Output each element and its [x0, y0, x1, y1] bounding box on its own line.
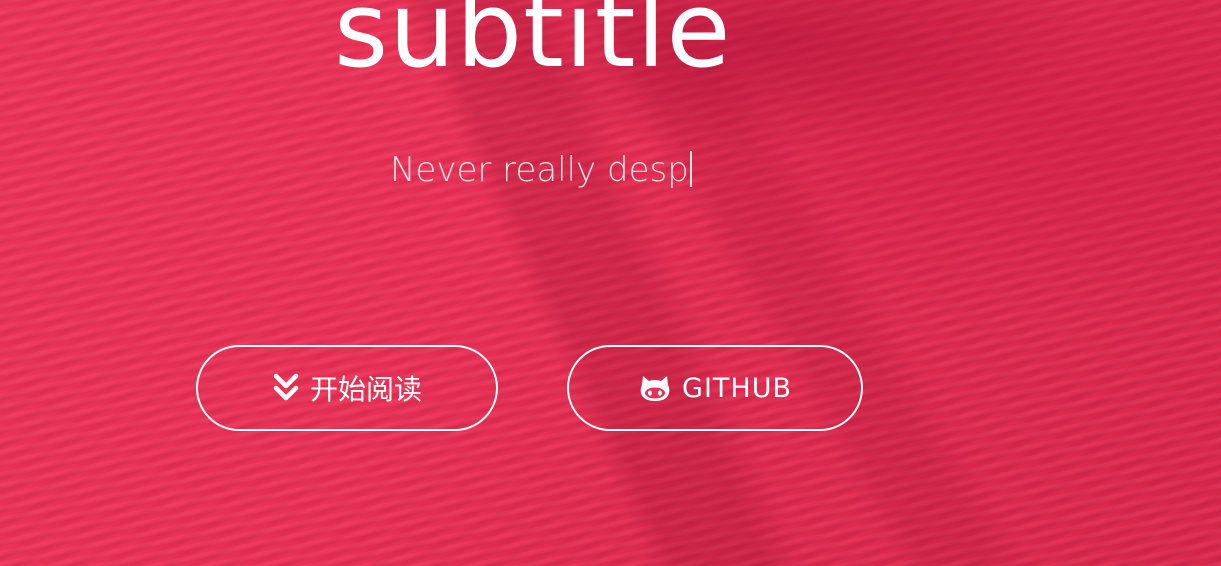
text-cursor	[689, 151, 692, 187]
github-button[interactable]: GITHUB	[567, 345, 863, 431]
github-octocat-icon	[638, 374, 672, 402]
hero-title: subtitle	[334, 0, 732, 91]
double-chevron-down-icon	[272, 373, 300, 403]
github-label: GITHUB	[682, 372, 792, 404]
typed-subtitle: Never really desp	[390, 149, 692, 191]
start-reading-button[interactable]: 开始阅读	[196, 345, 498, 431]
typed-text: Never really desp	[390, 150, 689, 190]
start-reading-label: 开始阅读	[309, 373, 422, 406]
